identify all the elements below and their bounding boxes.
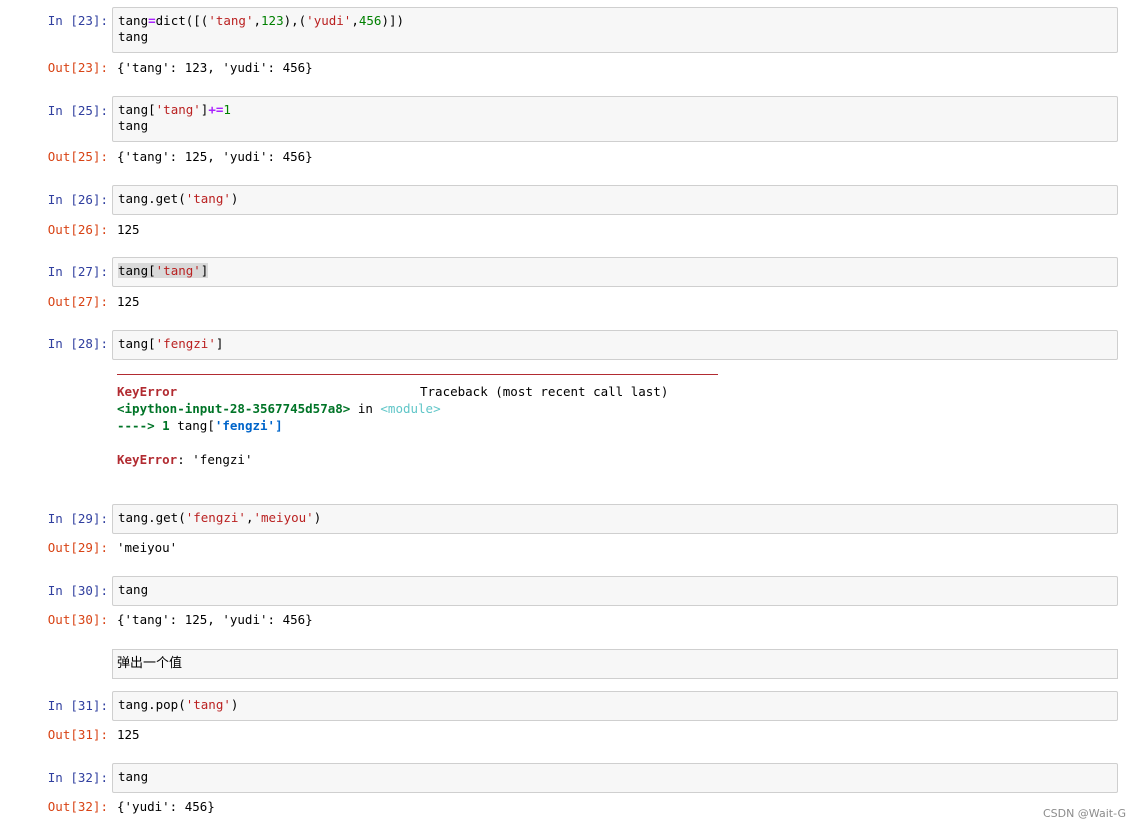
- code-text: ,: [253, 13, 262, 28]
- code-text: ): [313, 510, 322, 525]
- code-text: tang.get(: [118, 191, 186, 206]
- in-prompt-29: In [29]:: [47, 511, 108, 526]
- traceback-separator: [117, 374, 718, 375]
- output-29: 'meiyou': [117, 540, 178, 555]
- output-32: {'yudi': 456}: [117, 799, 215, 814]
- in-prompt-26: In [26]:: [47, 192, 108, 207]
- operator: =: [148, 13, 156, 28]
- code-text: ]: [275, 418, 283, 433]
- out-prompt-31: Out[31]:: [47, 727, 108, 742]
- code-text: tang[: [118, 102, 156, 117]
- code-text: tang[: [118, 336, 156, 351]
- traceback-location: <ipython-input-28-3567745d57a8> in <modu…: [117, 400, 441, 417]
- code-text: tang.get(: [118, 510, 186, 525]
- module-ref: <module>: [380, 401, 441, 416]
- markdown-cell[interactable]: 弹出一个值: [112, 649, 1118, 679]
- ipython-input-ref: <ipython-input-28-3567745d57a8>: [117, 401, 351, 416]
- code-text: ),(: [283, 13, 307, 28]
- in-word: in: [350, 401, 381, 416]
- line-number: 1: [154, 418, 178, 433]
- out-prompt-27: Out[27]:: [47, 294, 108, 309]
- code-text: tang[: [118, 263, 156, 278]
- traceback-code-line: ----> 1 tang['fengzi']: [117, 417, 283, 434]
- string-literal: 'tang': [155, 263, 201, 278]
- code-line-2: tang: [118, 118, 149, 133]
- error-name: KeyError: [117, 384, 178, 399]
- code-cell-25[interactable]: tang['tang']+=1 tang: [112, 96, 1118, 142]
- code-cell-32[interactable]: tang: [112, 763, 1118, 793]
- code-text: ,: [351, 13, 359, 28]
- code-cell-31[interactable]: tang.pop('tang'): [112, 691, 1118, 721]
- code-text: tang: [118, 13, 149, 28]
- string-literal: 'tang': [155, 102, 201, 117]
- code-text: ]: [215, 336, 224, 351]
- number-literal: 1: [223, 102, 231, 117]
- output-27: 125: [117, 294, 140, 309]
- out-prompt-26: Out[26]:: [47, 222, 108, 237]
- code-line-2: tang: [118, 29, 149, 44]
- out-prompt-25: Out[25]:: [47, 149, 108, 164]
- in-prompt-27: In [27]:: [47, 264, 108, 279]
- operator: +=: [208, 102, 224, 117]
- output-30: {'tang': 125, 'yudi': 456}: [117, 612, 313, 627]
- traceback-header: KeyError: [117, 383, 177, 400]
- code-text: ): [230, 697, 239, 712]
- code-text: tang.pop(: [118, 697, 186, 712]
- string-literal: 'meiyou': [253, 510, 314, 525]
- code-cell-23[interactable]: tang=dict([('tang',123),('yudi',456)]) t…: [112, 7, 1118, 53]
- output-26: 125: [117, 222, 140, 237]
- code-text: ): [230, 191, 239, 206]
- error-message: : 'fengzi': [177, 452, 253, 467]
- code-cell-30[interactable]: tang: [112, 576, 1118, 606]
- number-literal: 456: [358, 13, 382, 28]
- in-prompt-32: In [32]:: [47, 770, 108, 785]
- in-prompt-25: In [25]:: [47, 103, 108, 118]
- in-prompt-23: In [23]:: [47, 13, 108, 28]
- output-23: {'tang': 123, 'yudi': 456}: [117, 60, 313, 75]
- in-prompt-31: In [31]:: [47, 698, 108, 713]
- code-cell-29[interactable]: tang.get('fengzi','meiyou'): [112, 504, 1118, 534]
- number-literal: 123: [261, 13, 284, 28]
- code-cell-27[interactable]: tang['tang']: [112, 257, 1118, 287]
- output-25: {'tang': 125, 'yudi': 456}: [117, 149, 313, 164]
- out-prompt-30: Out[30]:: [47, 612, 108, 627]
- string-literal: 'fengzi': [185, 510, 246, 525]
- traceback-arrow: ---->: [117, 418, 155, 433]
- code-text: ]: [200, 263, 209, 278]
- error-name: KeyError: [117, 452, 178, 467]
- code-cell-26[interactable]: tang.get('tang'): [112, 185, 1118, 215]
- code-text: )]): [381, 13, 405, 28]
- output-31: 125: [117, 727, 140, 742]
- string-literal: 'yudi': [306, 13, 352, 28]
- code-text: dict([(: [155, 13, 209, 28]
- traceback-label: Traceback (most recent call last): [420, 384, 669, 399]
- in-prompt-30: In [30]:: [47, 583, 108, 598]
- string-literal: 'tang': [185, 697, 231, 712]
- string-literal: 'tang': [185, 191, 231, 206]
- selected-code: tang['tang']: [118, 263, 209, 278]
- code-text: tang: [118, 582, 149, 597]
- code-cell-28[interactable]: tang['fengzi']: [112, 330, 1118, 360]
- out-prompt-23: Out[23]:: [47, 60, 108, 75]
- out-prompt-32: Out[32]:: [47, 799, 108, 814]
- traceback-final: KeyError: 'fengzi': [117, 451, 252, 468]
- markdown-text: 弹出一个值: [117, 656, 183, 671]
- string-literal: 'fengzi': [214, 418, 276, 433]
- code-text: tang: [118, 769, 149, 784]
- out-prompt-29: Out[29]:: [47, 540, 108, 555]
- code-text: tang[: [177, 418, 215, 433]
- in-prompt-28: In [28]:: [47, 336, 108, 351]
- string-literal: 'fengzi': [155, 336, 216, 351]
- string-literal: 'tang': [208, 13, 254, 28]
- watermark: CSDN @Wait-G: [1042, 807, 1126, 820]
